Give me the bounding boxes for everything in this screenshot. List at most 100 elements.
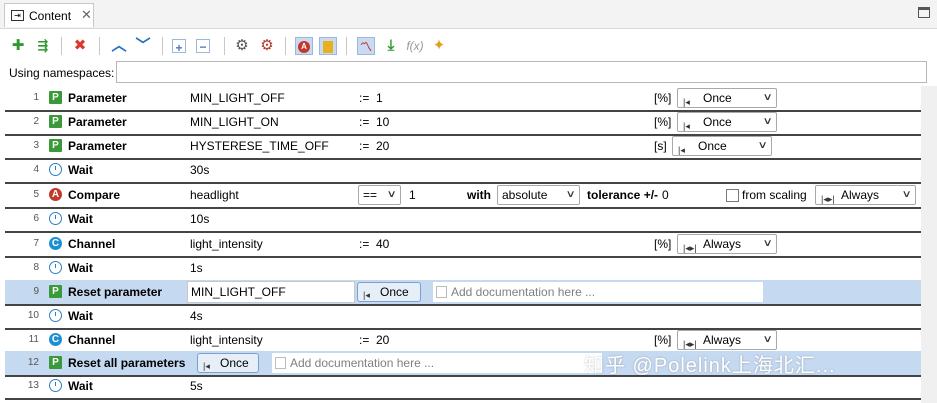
clock-icon xyxy=(49,379,62,392)
step-name[interactable]: headlight xyxy=(190,183,239,207)
step-value[interactable]: 1 xyxy=(409,183,416,207)
watermark: 知乎 @Polelink上海北汇... xyxy=(584,355,836,377)
chevron-down-icon: ∨ xyxy=(762,238,773,249)
settings-red-icon[interactable]: ⚙ xyxy=(258,37,276,55)
chevron-down-icon: ∨ xyxy=(762,116,773,127)
always-icon: |◂▸| xyxy=(683,243,697,253)
close-icon[interactable]: ✕ xyxy=(81,7,92,23)
move-up-icon[interactable]: ︿ xyxy=(110,37,128,55)
step-value[interactable]: 20 xyxy=(376,328,389,352)
table-row[interactable]: 3 P Parameter HYSTERESE_TIME_OFF := 20 [… xyxy=(5,134,921,160)
mode-dropdown[interactable]: |◂ Once ∨ xyxy=(677,88,777,108)
table-row[interactable]: 8 Wait 1s xyxy=(5,256,921,282)
step-name[interactable]: MIN_LIGHT_ON xyxy=(190,110,279,134)
table-row[interactable]: 7 C Channel light_intensity := 40 [%] |◂… xyxy=(5,232,921,258)
step-value[interactable]: 10 xyxy=(376,110,389,134)
assign-operator: := xyxy=(359,333,370,347)
step-value[interactable]: 1 xyxy=(376,86,383,110)
step-type: Wait xyxy=(68,212,93,226)
parameter-name-input[interactable]: MIN_LIGHT_OFF xyxy=(187,281,355,303)
operator-dropdown[interactable]: == ∨ xyxy=(358,185,401,205)
note-icon xyxy=(436,286,447,298)
row-number: 13 xyxy=(27,380,39,391)
function-icon[interactable]: f(x) xyxy=(406,37,424,55)
settings-icon[interactable]: ⚙ xyxy=(233,37,251,55)
clock-icon xyxy=(49,261,62,274)
tab-content[interactable]: ⇥ Content ✕ xyxy=(4,3,94,27)
step-type: Reset all parameters xyxy=(68,356,186,370)
step-type: Parameter xyxy=(68,115,127,129)
add-step-icon[interactable]: ⇶ xyxy=(34,37,52,55)
namespaces-input[interactable] xyxy=(116,61,927,83)
a-toggle-icon[interactable]: A xyxy=(295,37,313,55)
compare-icon: A xyxy=(49,188,62,201)
parameter-icon: P xyxy=(49,356,62,369)
once-button[interactable]: |◂ Once xyxy=(357,282,421,302)
assign-operator: := xyxy=(359,237,370,251)
table-row[interactable]: 4 Wait 30s xyxy=(5,158,921,184)
table-row[interactable]: 10 Wait 4s xyxy=(5,304,921,330)
delete-icon[interactable]: ✖ xyxy=(71,37,89,55)
chevron-down-icon: ∨ xyxy=(757,140,768,151)
doc-toggle-icon[interactable] xyxy=(319,37,337,55)
table-row[interactable]: 6 Wait 10s xyxy=(5,207,921,233)
table-row[interactable]: 2 P Parameter MIN_LIGHT_ON := 10 [%] |◂ … xyxy=(5,110,921,136)
step-name[interactable]: MIN_LIGHT_OFF xyxy=(190,86,285,110)
mode-dropdown[interactable]: |◂ Once ∨ xyxy=(672,136,772,156)
table-row[interactable]: 1 P Parameter MIN_LIGHT_OFF := 1 [%] |◂ … xyxy=(5,86,921,112)
step-type: Channel xyxy=(68,237,116,251)
mode-dropdown[interactable]: |◂▸| Always ∨ xyxy=(677,330,777,350)
note-icon xyxy=(275,357,286,369)
wait-duration[interactable]: 1s xyxy=(190,256,203,280)
from-scaling-checkbox[interactable] xyxy=(726,189,739,202)
table-row-selected[interactable]: 9 P Reset parameter MIN_LIGHT_OFF |◂ Onc… xyxy=(5,280,921,306)
unit-label: [%] xyxy=(654,237,672,251)
assign-operator: := xyxy=(359,139,370,153)
step-name[interactable]: light_intensity xyxy=(190,232,263,256)
step-value[interactable]: 20 xyxy=(376,134,389,158)
move-down-icon[interactable]: ﹀ xyxy=(134,37,152,55)
unit-label: [s] xyxy=(654,139,667,153)
step-type: Wait xyxy=(68,261,93,275)
collapse-icon[interactable]: − xyxy=(196,39,210,54)
step-type: Parameter xyxy=(68,91,127,105)
add-icon[interactable]: ✚ xyxy=(9,37,27,55)
wait-duration[interactable]: 4s xyxy=(190,304,203,328)
step-name[interactable]: light_intensity xyxy=(190,328,263,352)
unit-label: [%] xyxy=(654,115,672,129)
magic-wand-icon[interactable]: ✦ xyxy=(430,37,448,55)
with-mode-dropdown[interactable]: absolute ∨ xyxy=(497,185,580,205)
step-value[interactable]: 40 xyxy=(376,232,389,256)
parameter-icon: P xyxy=(49,91,62,104)
tolerance-label: tolerance +/- xyxy=(587,188,659,202)
mode-dropdown[interactable]: |◂▸| Always ∨ xyxy=(677,234,777,254)
once-icon: |◂ xyxy=(678,145,685,155)
row-number: 4 xyxy=(33,164,39,175)
maximize-icon[interactable] xyxy=(918,7,930,18)
download-icon[interactable]: ⤓ xyxy=(382,37,400,55)
step-type: Reset parameter xyxy=(68,285,163,299)
unit-label: [%] xyxy=(654,91,672,105)
mode-dropdown[interactable]: |◂ Once ∨ xyxy=(677,112,777,132)
vertical-scrollbar[interactable] xyxy=(921,86,937,403)
wait-duration[interactable]: 5s xyxy=(190,374,203,398)
mode-dropdown[interactable]: |◂▸| Always ∨ xyxy=(815,185,916,205)
table-row[interactable]: 5 A Compare headlight == ∨ 1 with absolu… xyxy=(5,183,921,209)
row-number: 9 xyxy=(33,286,39,297)
tolerance-value[interactable]: 0 xyxy=(662,183,669,207)
parameter-icon: P xyxy=(49,115,62,128)
once-icon: |◂ xyxy=(203,361,210,371)
once-button[interactable]: |◂ Once xyxy=(197,353,259,373)
wait-duration[interactable]: 10s xyxy=(190,207,209,231)
graph-icon[interactable]: 〽 xyxy=(357,37,375,55)
documentation-field[interactable]: Add documentation here ... xyxy=(272,353,602,373)
wait-duration[interactable]: 30s xyxy=(190,158,209,182)
once-icon: |◂ xyxy=(683,121,690,131)
always-icon: |◂▸| xyxy=(821,194,835,204)
documentation-field[interactable]: Add documentation here ... xyxy=(433,282,763,302)
row-number: 3 xyxy=(33,140,39,151)
expand-icon[interactable]: + xyxy=(172,39,186,55)
clock-icon xyxy=(49,163,62,176)
step-name[interactable]: HYSTERESE_TIME_OFF xyxy=(190,134,329,158)
parameter-icon: P xyxy=(49,285,62,298)
